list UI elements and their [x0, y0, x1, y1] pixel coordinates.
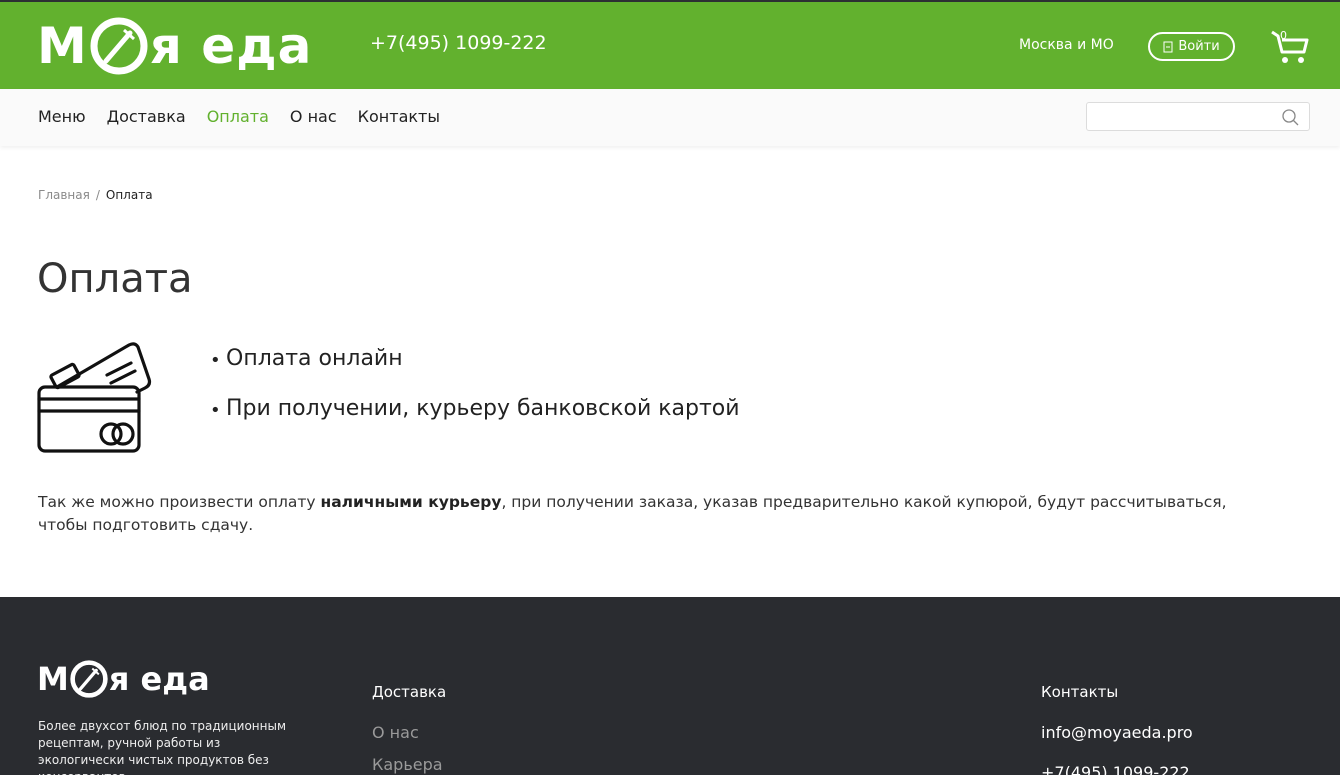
login-button[interactable]: Войти — [1148, 32, 1235, 61]
main-nav-bar: Меню Доставка Оплата О нас Контакты — [0, 89, 1340, 146]
cash-payment-note: Так же можно произвести оплату наличными… — [38, 491, 1258, 537]
header-phone[interactable]: +7(495) 1099-222 — [370, 32, 547, 54]
cart-icon[interactable] — [1270, 28, 1310, 66]
login-label: Войти — [1178, 39, 1220, 54]
credit-card-icon — [37, 342, 152, 453]
top-header: М я еда +7(495) 1099-222 Москва и МО Вой… — [0, 0, 1340, 89]
page-title: Оплата — [37, 256, 193, 302]
nav-item-payment[interactable]: Оплата — [207, 107, 269, 126]
site-footer: М я еда Более двухсот блюд по традиционн… — [0, 597, 1340, 775]
nav-item-menu[interactable]: Меню — [38, 107, 86, 126]
footer-link-about[interactable]: О нас — [372, 723, 419, 742]
main-nav: Меню Доставка Оплата О нас Контакты — [38, 107, 461, 126]
nav-item-delivery[interactable]: Доставка — [107, 107, 186, 126]
search-input[interactable] — [1087, 103, 1277, 130]
plate-fork-icon — [70, 660, 108, 698]
breadcrumb: Главная / Оплата — [38, 188, 153, 202]
nav-item-about[interactable]: О нас — [290, 107, 337, 126]
logo-text-right: я еда — [149, 17, 313, 75]
search-box — [1086, 102, 1310, 131]
note-text-before: Так же можно произвести оплату — [38, 493, 321, 511]
cart-count: 0 — [1280, 29, 1287, 42]
footer-description: Более двухсот блюд по традиционным рецеп… — [38, 719, 287, 775]
footer-logo-text-left: М — [37, 660, 69, 698]
breadcrumb-current: Оплата — [105, 188, 153, 202]
nav-item-contacts[interactable]: Контакты — [358, 107, 440, 126]
payment-method-card-courier: При получении, курьеру банковской картой — [210, 396, 740, 426]
login-icon — [1163, 41, 1173, 52]
plate-fork-icon — [90, 17, 148, 75]
footer-logo-text-right: я еда — [108, 660, 210, 698]
note-text-bold: наличными курьеру — [320, 493, 502, 511]
footer-col-contacts-title: Контакты — [1041, 683, 1119, 701]
city-selector[interactable]: Москва и МО — [1019, 37, 1114, 53]
search-icon[interactable] — [1282, 109, 1299, 126]
breadcrumb-home[interactable]: Главная — [38, 188, 90, 202]
footer-logo[interactable]: М я еда — [37, 659, 210, 699]
site-logo[interactable]: М я еда — [37, 15, 312, 77]
payment-methods-list: Оплата онлайн При получении, курьеру бан… — [210, 346, 740, 446]
footer-col-delivery-title[interactable]: Доставка — [372, 683, 446, 701]
payment-method-online: Оплата онлайн — [210, 346, 740, 376]
logo-text-left: М — [37, 17, 88, 75]
footer-link-careers[interactable]: Карьера — [372, 755, 443, 774]
breadcrumb-separator: / — [95, 188, 100, 202]
footer-phone[interactable]: +7(495) 1099-222 — [1041, 763, 1190, 775]
footer-email[interactable]: info@moyaeda.pro — [1041, 723, 1193, 742]
